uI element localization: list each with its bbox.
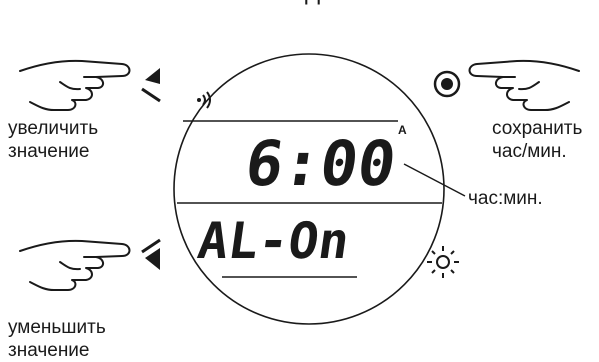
down-triangle-icon[interactable] — [141, 238, 161, 270]
increase-label-line2: значение — [8, 141, 90, 162]
increase-label-line1: увеличить — [8, 118, 99, 139]
save-label-line2: час/мин. — [492, 141, 567, 162]
am-indicator: A — [398, 123, 407, 137]
circle-dot-icon[interactable] — [433, 70, 461, 98]
up-triangle-icon[interactable] — [141, 68, 161, 103]
time-display: 6:00 — [241, 127, 401, 200]
watch-diagram: д 6:00 A AL-On — [0, 0, 599, 361]
sun-icon — [427, 246, 459, 278]
decrease-label-line2: значение — [8, 340, 90, 361]
time-callout-label: час:мин. — [468, 188, 543, 209]
decrease-label-line1: уменьшить — [8, 317, 106, 338]
save-label-line1: сохранить — [492, 118, 583, 139]
pointing-hand-icon — [19, 239, 131, 291]
pointing-hand-icon — [468, 59, 580, 111]
pointing-hand-icon — [19, 59, 131, 111]
top-cut-text: д — [305, 0, 320, 5]
alarm-status-display: AL-On — [194, 211, 353, 270]
